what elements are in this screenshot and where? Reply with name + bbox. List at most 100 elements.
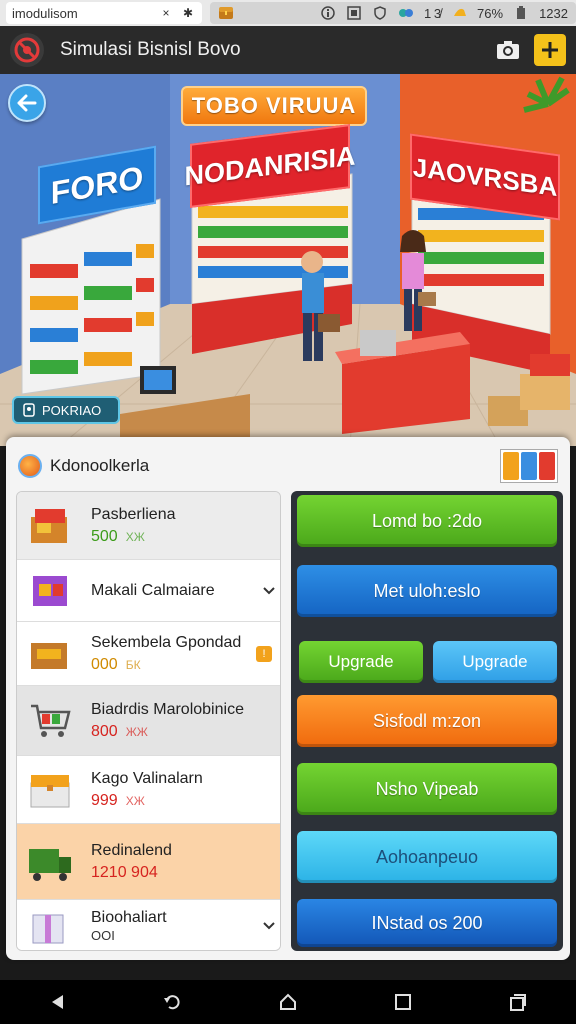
action-button-5[interactable]: Nsho Vipeab xyxy=(297,763,557,815)
package-icon xyxy=(32,914,64,944)
cart-icon xyxy=(31,704,71,737)
list-item-name: Redinalend xyxy=(91,841,172,859)
price-value: 1210 904 xyxy=(91,863,158,881)
list-item-text: Bioohaliart OOI xyxy=(91,909,256,943)
list-item[interactable]: Sekembela Gpondad 000 БК ! xyxy=(17,622,280,686)
coin-icon xyxy=(18,454,42,478)
shield-icon xyxy=(372,5,388,21)
list-item[interactable]: Kago Valinalarn 999 ХЖ xyxy=(17,756,280,824)
list-item-name: Kago Valinalarn xyxy=(91,769,203,787)
location-tag-button[interactable]: POKRIAO xyxy=(12,396,120,424)
clock-text: 1232 xyxy=(539,5,568,21)
arrow-left-icon xyxy=(17,94,37,112)
card-thumb-3 xyxy=(539,452,555,480)
add-button[interactable] xyxy=(534,34,566,66)
tab-title: imodulisom xyxy=(12,5,78,21)
list-item-name: Makali Calmaiare xyxy=(91,581,215,599)
store-illustration xyxy=(0,74,576,446)
list-item-price: 1210 904 xyxy=(91,863,280,882)
chest-icon xyxy=(218,5,234,21)
list-item[interactable]: Bioohaliart OOI xyxy=(17,900,280,950)
alert-icon: ! xyxy=(256,645,272,662)
price-value: 800 xyxy=(91,722,118,740)
app-logo-icon[interactable] xyxy=(10,33,44,67)
list-item-price: OOI xyxy=(91,928,256,943)
price-value: 000 xyxy=(91,655,118,673)
price-value: 500 xyxy=(91,527,118,545)
status-bar: imodulisom × ✱ 1 3̸ 76% 1232 xyxy=(0,0,576,26)
price-unit: ЖЖ xyxy=(125,724,148,739)
pin-icon xyxy=(23,403,35,417)
back-triangle-icon[interactable] xyxy=(38,982,78,1022)
store-scene[interactable]: TOBO VIRUUA FORO NODANRISIA JAOVRSBA POK… xyxy=(0,74,576,446)
bell-icon xyxy=(451,5,467,21)
list-item-name: Pasberliena xyxy=(91,505,176,523)
list-item[interactable]: Redinalend 1210 904 xyxy=(17,824,280,900)
plus-icon xyxy=(542,42,558,58)
panel-header: Kdonoolkerla xyxy=(18,451,149,481)
upgrade-button-left[interactable]: Upgrade xyxy=(299,641,423,683)
app-title: Simulasi Bisnisl Bovo xyxy=(60,39,241,60)
image-icon xyxy=(346,5,362,21)
game-icon xyxy=(398,5,414,21)
camera-button[interactable] xyxy=(494,36,522,64)
store-name-badge: TOBO VIRUUA xyxy=(181,86,367,126)
list-item-text: Kago Valinalarn 999 ХЖ xyxy=(91,769,280,810)
system-nav-bar xyxy=(0,980,576,1024)
action-button-7[interactable]: INstad os 200 xyxy=(297,899,557,947)
chevron-down-icon[interactable] xyxy=(256,917,280,935)
extension-icon[interactable]: ✱ xyxy=(180,5,196,21)
cards-thumbnail-icon[interactable] xyxy=(500,449,558,483)
crate-icon xyxy=(31,508,67,543)
box-icon xyxy=(33,575,67,606)
list-item-price: 000 БК xyxy=(91,656,256,674)
list-item[interactable]: Pasberliena 500 ХЖ xyxy=(17,492,280,560)
list-item-price: 999 ХЖ xyxy=(91,791,280,810)
list-item[interactable]: Biadrdis Marolobinice 800 ЖЖ xyxy=(17,686,280,756)
list-item-name: Biadrdis Marolobinice xyxy=(91,700,244,718)
product-list: Pasberliena 500 ХЖ Makali Calmaiare Sekem… xyxy=(16,491,281,951)
list-item-text: Biadrdis Marolobinice 800 ЖЖ xyxy=(91,700,280,741)
list-item-price: 800 ЖЖ xyxy=(91,722,280,741)
action-button-column: Lomd bo :2do Met uloh:eslo Upgrade Upgra… xyxy=(291,491,563,951)
action-button-6[interactable]: Aohoanpeuo xyxy=(297,831,557,883)
card-thumb-2 xyxy=(521,452,537,480)
truck-icon xyxy=(29,848,71,881)
crate-icon xyxy=(31,642,67,669)
camera-icon xyxy=(497,41,519,59)
recents-icon[interactable] xyxy=(498,982,538,1022)
card-thumb-1 xyxy=(503,452,519,480)
list-item-price: 500 ХЖ xyxy=(91,527,280,546)
signal-text: 1 3̸ xyxy=(423,5,442,21)
location-tag-label: POKRIAO xyxy=(42,402,102,418)
list-item-text: Sekembela Gpondad 000 БК xyxy=(91,634,256,674)
panel-title: Kdonoolkerla xyxy=(50,456,150,475)
home-icon[interactable] xyxy=(268,982,308,1022)
price-unit: БК xyxy=(125,657,141,672)
info-icon xyxy=(320,5,336,21)
app-screen: imodulisom × ✱ 1 3̸ 76% 1232 Simulasi Bi… xyxy=(0,0,576,1024)
rotate-icon[interactable] xyxy=(153,982,193,1022)
action-button-1[interactable]: Lomd bo :2do xyxy=(297,495,557,547)
business-panel: Kdonoolkerla Pasberliena 500 ХЖ Makali Ca… xyxy=(6,437,570,960)
list-item[interactable]: Makali Calmaiare xyxy=(17,560,280,622)
list-item-name: Bioohaliart xyxy=(91,909,167,926)
list-item-name: Sekembela Gpondad xyxy=(91,633,242,651)
price-unit: ХЖ xyxy=(125,793,145,808)
browser-tab[interactable]: imodulisom × ✱ xyxy=(6,2,202,24)
close-icon[interactable]: × xyxy=(158,5,174,21)
price-value: OOI xyxy=(91,928,115,943)
list-item-text: Pasberliena 500 ХЖ xyxy=(91,505,280,546)
chevron-down-icon[interactable] xyxy=(256,582,280,600)
list-item-text: Makali Calmaiare xyxy=(91,582,256,600)
action-button-4[interactable]: Sisfodl m:zon xyxy=(297,695,557,747)
battery-text: 76% xyxy=(477,5,504,21)
price-value: 999 xyxy=(91,791,118,809)
square-icon[interactable] xyxy=(383,982,423,1022)
back-button[interactable] xyxy=(8,84,46,122)
app-bar: Simulasi Bisnisl Bovo xyxy=(0,26,576,74)
upgrade-button-right[interactable]: Upgrade xyxy=(433,641,557,683)
action-button-2[interactable]: Met uloh:eslo xyxy=(297,565,557,617)
list-item-text: Redinalend 1210 904 xyxy=(91,841,280,882)
status-tray: 1 3̸ 76% 1232 xyxy=(210,2,576,24)
